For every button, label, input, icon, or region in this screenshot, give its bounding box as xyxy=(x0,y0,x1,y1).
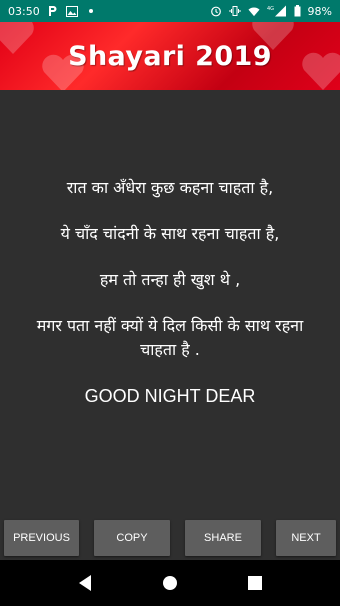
image-icon xyxy=(65,5,78,17)
share-button[interactable]: SHARE xyxy=(185,520,261,556)
p-notification-icon xyxy=(47,5,59,17)
vibrate-icon xyxy=(229,5,241,17)
network-type-label: 4G xyxy=(267,6,274,12)
shayari-line: ये चाँद चांदनी के साथ रहना चाहता है, xyxy=(60,224,280,243)
shayari-content: रात का अँधेरा कुछ कहना चाहता है, ये चाँद… xyxy=(0,90,340,520)
back-icon[interactable] xyxy=(75,573,95,593)
shayari-text-block: रात का अँधेरा कुछ कहना चाहता है, ये चाँद… xyxy=(14,176,326,408)
app-header: Shayari 2019 xyxy=(0,22,340,90)
alarm-icon xyxy=(210,5,222,17)
home-icon[interactable] xyxy=(160,573,180,593)
status-bar-left: 03:50 xyxy=(8,5,97,17)
app-title: Shayari 2019 xyxy=(68,40,272,72)
shayari-line: हम तो तन्हा ही खुश थे , xyxy=(99,270,241,289)
next-button[interactable]: NEXT xyxy=(276,520,336,556)
app-screen: 03:50 4G 98% Shayari 2019 रात का अँधेरा … xyxy=(0,0,340,606)
action-button-row: PREVIOUS COPY SHARE NEXT xyxy=(0,520,340,556)
dot-icon xyxy=(85,5,97,17)
battery-icon xyxy=(294,5,301,17)
previous-button[interactable]: PREVIOUS xyxy=(4,520,79,556)
copy-button[interactable]: COPY xyxy=(94,520,170,556)
shayari-line: रात का अँधेरा कुछ कहना चाहता है, xyxy=(66,178,274,197)
recent-apps-icon[interactable] xyxy=(245,573,265,593)
shayari-line: मगर पता नहीं क्यों ये दिल किसी के साथ रह… xyxy=(36,316,304,359)
wifi-icon xyxy=(248,5,260,17)
shayari-closing: GOOD NIGHT DEAR xyxy=(84,386,256,406)
status-time: 03:50 xyxy=(8,4,40,18)
system-nav-bar xyxy=(0,560,340,606)
status-bar: 03:50 4G 98% xyxy=(0,0,340,22)
battery-percent: 98% xyxy=(307,4,332,18)
status-bar-right: 4G 98% xyxy=(210,5,332,17)
signal-icon: 4G xyxy=(267,5,287,17)
